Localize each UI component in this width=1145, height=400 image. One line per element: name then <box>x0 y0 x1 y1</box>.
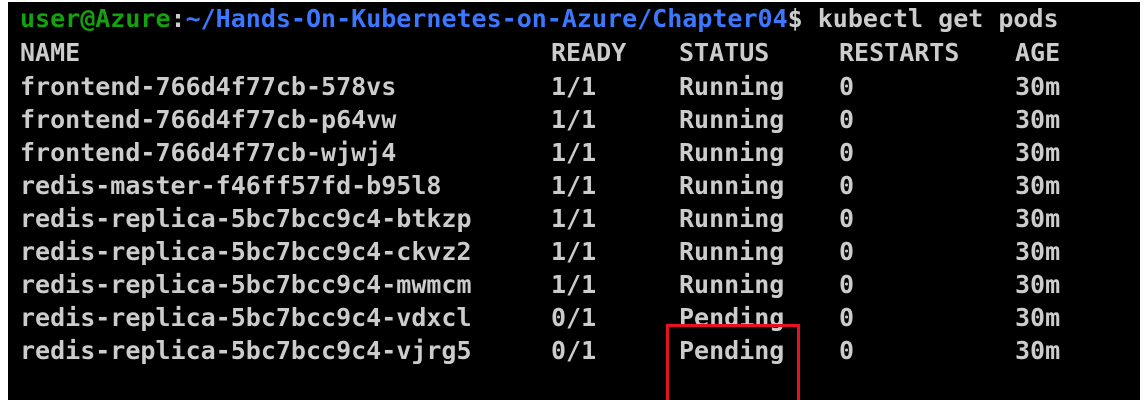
pod-age: 30m <box>1015 204 1061 233</box>
header-age: AGE <box>1015 38 1061 67</box>
pod-status: Running <box>679 72 785 101</box>
header-ready: READY <box>551 38 627 67</box>
pod-age: 30m <box>1015 336 1061 365</box>
pod-age: 30m <box>1015 237 1061 266</box>
pod-restarts: 0 <box>839 303 855 332</box>
pod-status: Running <box>679 105 785 134</box>
table-row: redis-replica-5bc7bcc9c4-vjrg5 0/1 Pending… <box>8 334 1140 368</box>
pod-ready: 1/1 <box>551 204 597 233</box>
pod-restarts: 0 <box>839 237 855 266</box>
prompt-dollar: $ <box>787 4 803 33</box>
table-row: redis-replica-5bc7bcc9c4-ckvz2 1/1 Running… <box>8 235 1140 269</box>
prompt-path: ~/Hands-On-Kubernetes-on-Azure/Chapter04 <box>185 4 788 33</box>
pod-restarts: 0 <box>839 204 855 233</box>
pod-restarts: 0 <box>839 138 855 167</box>
table-header-row: NAME READY STATUS RESTARTS AGE <box>8 36 1140 70</box>
terminal-window[interactable]: user@Azure:~/Hands-On-Kubernetes-on-Azur… <box>8 2 1140 400</box>
pod-name: redis-replica-5bc7bcc9c4-vdxcl <box>20 303 472 332</box>
pod-restarts: 0 <box>839 270 855 299</box>
pod-name: frontend-766d4f77cb-p64vw <box>20 105 397 134</box>
pod-ready: 0/1 <box>551 336 597 365</box>
pod-name: redis-master-f46ff57fd-b95l8 <box>20 171 442 200</box>
pod-age: 30m <box>1015 72 1061 101</box>
pod-restarts: 0 <box>839 171 855 200</box>
table-row: redis-replica-5bc7bcc9c4-mwmcm 1/1 Running… <box>8 268 1140 302</box>
pod-name: redis-replica-5bc7bcc9c4-btkzp <box>20 204 472 233</box>
pod-ready: 1/1 <box>551 171 597 200</box>
pod-ready: 1/1 <box>551 138 597 167</box>
table-row: frontend-766d4f77cb-wjwj4 1/1 Running 0 30m <box>8 136 1140 170</box>
pod-age: 30m <box>1015 105 1061 134</box>
header-name: NAME <box>20 38 81 67</box>
pending-highlight-box <box>666 324 800 400</box>
pod-name: frontend-766d4f77cb-578vs <box>20 72 397 101</box>
prompt-user-host: user@Azure <box>20 4 171 33</box>
pod-age: 30m <box>1015 171 1061 200</box>
table-row: redis-master-f46ff57fd-b95l8 1/1 Running 0 3… <box>8 169 1140 203</box>
pod-ready: 0/1 <box>551 303 597 332</box>
prompt-colon: : <box>170 4 186 33</box>
pod-name: redis-replica-5bc7bcc9c4-vjrg5 <box>20 336 472 365</box>
table-row: frontend-766d4f77cb-578vs 1/1 Running 0 30m <box>8 70 1140 104</box>
pod-age: 30m <box>1015 303 1061 332</box>
pod-name: redis-replica-5bc7bcc9c4-ckvz2 <box>20 237 472 266</box>
pod-age: 30m <box>1015 138 1061 167</box>
pod-restarts: 0 <box>839 336 855 365</box>
pod-status: Running <box>679 138 785 167</box>
pod-restarts: 0 <box>839 105 855 134</box>
table-row: redis-replica-5bc7bcc9c4-btkzp 1/1 Running… <box>8 202 1140 236</box>
pod-ready: 1/1 <box>551 237 597 266</box>
pod-ready: 1/1 <box>551 105 597 134</box>
pod-age: 30m <box>1015 270 1061 299</box>
table-row: redis-replica-5bc7bcc9c4-vdxcl 0/1 Pending… <box>8 301 1140 335</box>
pod-ready: 1/1 <box>551 72 597 101</box>
pod-ready: 1/1 <box>551 270 597 299</box>
pod-status: Running <box>679 237 785 266</box>
pod-name: frontend-766d4f77cb-wjwj4 <box>20 138 397 167</box>
pod-status: Running <box>679 171 785 200</box>
pod-restarts: 0 <box>839 72 855 101</box>
pod-status: Running <box>679 270 785 299</box>
command-text: kubectl get pods <box>802 4 1059 33</box>
pod-status: Running <box>679 204 785 233</box>
header-status: STATUS <box>679 38 770 67</box>
header-restarts: RESTARTS <box>839 38 960 67</box>
pod-name: redis-replica-5bc7bcc9c4-mwmcm <box>20 270 472 299</box>
table-row: frontend-766d4f77cb-p64vw 1/1 Running 0 30m <box>8 103 1140 137</box>
command-line: user@Azure:~/Hands-On-Kubernetes-on-Azur… <box>20 2 1059 36</box>
